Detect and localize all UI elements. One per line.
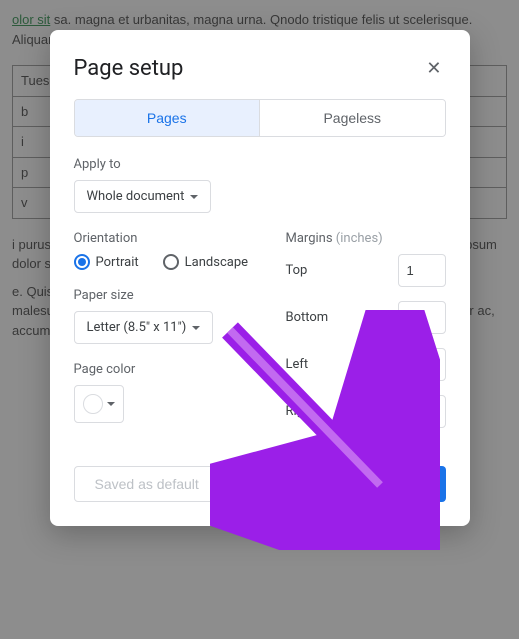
dialog-title: Page setup (74, 56, 184, 81)
apply-to-label: Apply to (74, 157, 446, 172)
margin-bottom-label: Bottom (286, 310, 329, 325)
color-swatch-icon (83, 394, 103, 414)
page-color-dropdown[interactable] (74, 385, 124, 423)
landscape-label: Landscape (185, 255, 248, 270)
apply-to-value: Whole document (87, 189, 185, 204)
set-default-button[interactable]: Saved as default (74, 466, 220, 502)
paper-size-dropdown[interactable]: Letter (8.5" x 11") (74, 311, 214, 344)
margin-top-label: Top (286, 263, 308, 278)
cancel-button[interactable]: Cancel (290, 466, 376, 502)
tabs: Pages Pageless (74, 99, 446, 137)
margin-bottom-input[interactable] (398, 301, 446, 334)
caret-down-icon (190, 195, 198, 199)
margin-right-label: Right (286, 404, 316, 419)
radio-landscape[interactable]: Landscape (163, 254, 248, 270)
portrait-label: Portrait (96, 255, 139, 270)
radio-unselected-icon (163, 254, 179, 270)
tab-pages[interactable]: Pages (75, 100, 260, 136)
radio-portrait[interactable]: Portrait (74, 254, 139, 270)
caret-down-icon (107, 402, 115, 406)
tab-pageless[interactable]: Pageless (259, 100, 445, 136)
margin-top-input[interactable] (398, 254, 446, 287)
margin-right-input[interactable] (398, 395, 446, 428)
ok-button[interactable]: OK (385, 466, 445, 502)
margins-label: Margins (inches) (286, 231, 446, 246)
apply-to-dropdown[interactable]: Whole document (74, 180, 212, 213)
close-icon: ✕ (426, 58, 441, 78)
orientation-label: Orientation (74, 231, 266, 246)
margin-left-input[interactable] (398, 348, 446, 381)
page-color-label: Page color (74, 362, 266, 377)
margin-left-label: Left (286, 357, 309, 372)
paper-size-value: Letter (8.5" x 11") (87, 320, 187, 335)
page-setup-dialog: Page setup ✕ Pages Pageless Apply to Who… (50, 30, 470, 526)
radio-selected-icon (74, 254, 90, 270)
close-button[interactable]: ✕ (422, 54, 445, 83)
paper-size-label: Paper size (74, 288, 266, 303)
caret-down-icon (192, 326, 200, 330)
